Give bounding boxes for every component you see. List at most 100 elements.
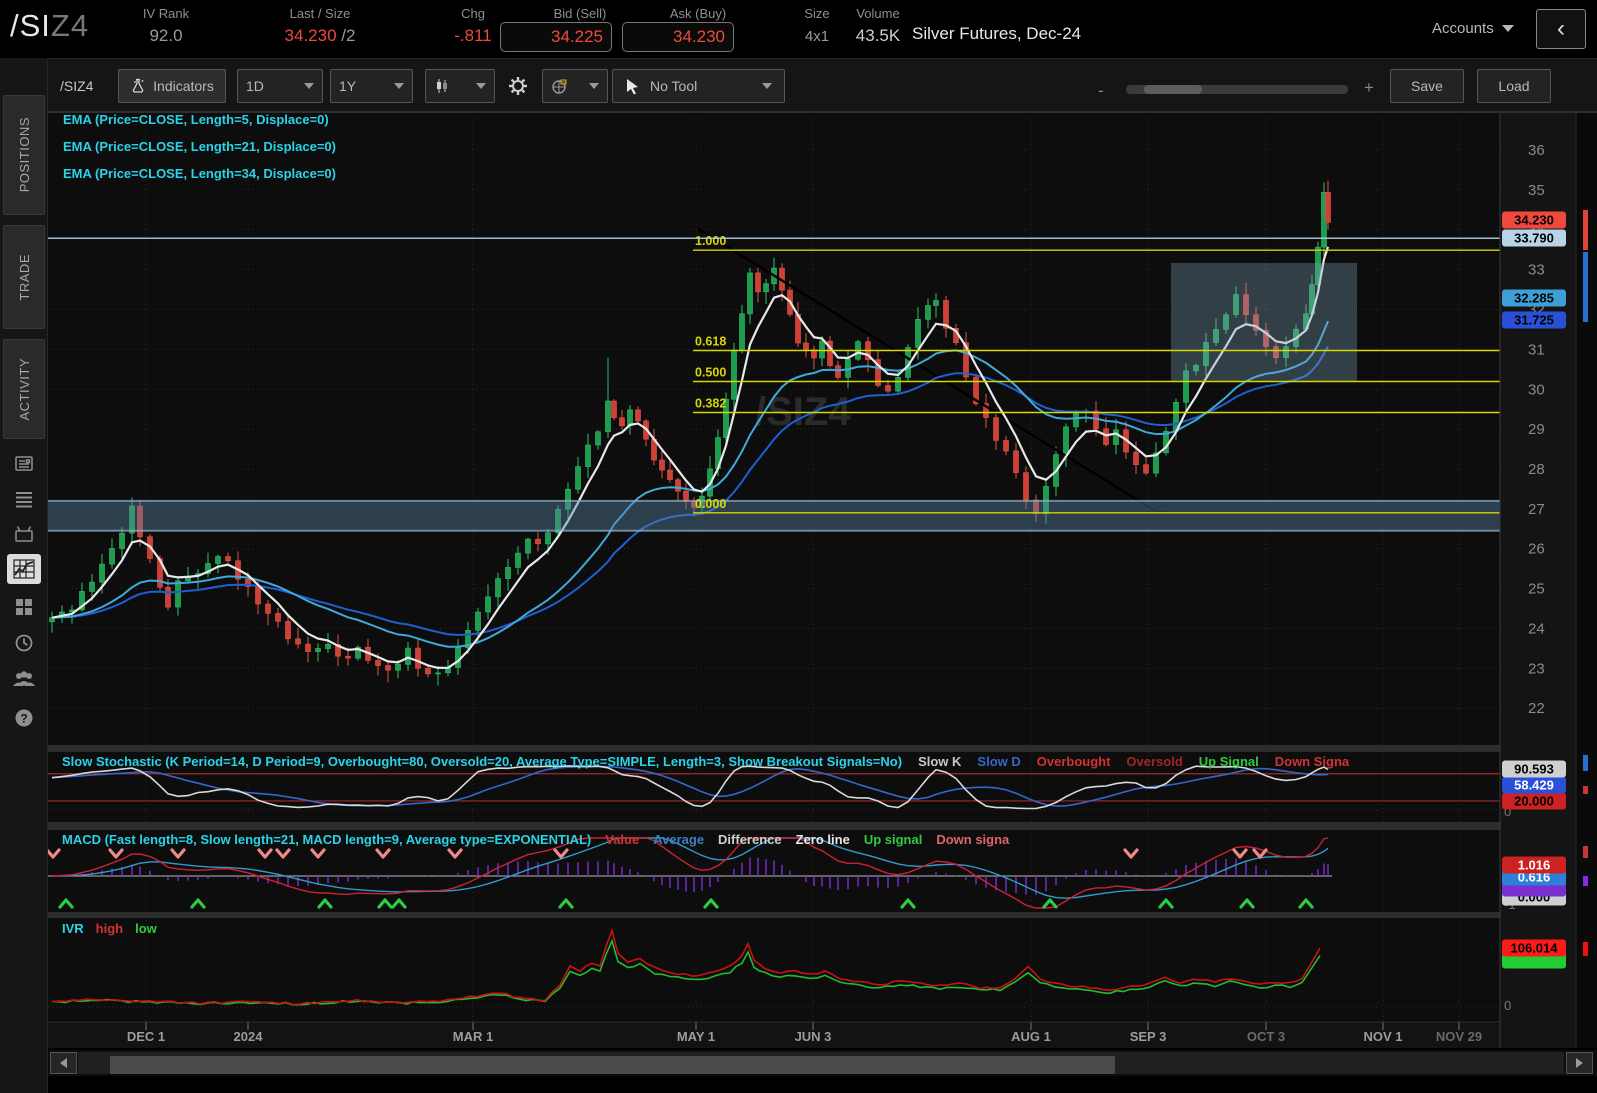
ask-label: Ask (Buy): [670, 6, 726, 21]
ask-button[interactable]: 34.230: [622, 22, 734, 52]
load-button[interactable]: Load: [1477, 69, 1551, 103]
zoom-slider[interactable]: [1126, 85, 1348, 94]
grid-layout-icon[interactable]: [7, 592, 41, 622]
svg-text:EMA (Price=CLOSE, Length=21, D: EMA (Price=CLOSE, Length=21, Displace=0): [63, 139, 336, 154]
svg-text:35: 35: [1528, 182, 1545, 199]
iv-rank-label: IV Rank: [143, 6, 189, 21]
svg-text:33: 33: [1528, 262, 1545, 279]
svg-text:DEC 1: DEC 1: [127, 1029, 165, 1044]
chevron-down-icon: [589, 83, 599, 89]
iv-rank-value: 92.0: [149, 26, 182, 46]
sidebar-tab-positions[interactable]: POSITIONS: [3, 95, 45, 215]
chart-type-dropdown[interactable]: [425, 69, 495, 103]
svg-text:25: 25: [1528, 581, 1545, 598]
svg-text:32.285: 32.285: [1514, 291, 1554, 306]
svg-text:90.593: 90.593: [1514, 762, 1554, 777]
svg-text:JUN 3: JUN 3: [795, 1029, 832, 1044]
chevron-down-icon: [476, 83, 486, 89]
flask-icon: [130, 78, 146, 94]
toolbar-symbol[interactable]: /SIZ4: [60, 78, 93, 94]
watchlist-icon[interactable]: [7, 484, 41, 514]
collapse-panel-button[interactable]: ‹: [1536, 9, 1586, 49]
accounts-label: Accounts: [1432, 20, 1494, 37]
svg-text:MAR 1: MAR 1: [453, 1029, 493, 1044]
bid-button[interactable]: 34.225: [500, 22, 612, 52]
sidebar-tab-trade[interactable]: TRADE: [3, 225, 45, 329]
scrollbar-track[interactable]: [78, 1052, 1564, 1074]
svg-text:MACD (Fast length=8, Slow leng: MACD (Fast length=8, Slow length=21, MAC…: [62, 832, 1010, 847]
chart-settings-button[interactable]: [500, 69, 536, 103]
volume-label: Volume: [856, 6, 899, 21]
indicators-button[interactable]: Indicators: [118, 69, 226, 103]
chevron-down-icon: [762, 83, 772, 89]
svg-text:NOV 29: NOV 29: [1436, 1029, 1482, 1044]
svg-text:IVRhighlow: IVRhighlow: [62, 921, 158, 936]
zoom-in-button[interactable]: +: [1364, 78, 1374, 98]
instrument-description: Silver Futures, Dec-24: [912, 24, 1081, 44]
svg-text:EMA (Price=CLOSE, Length=5, Di: EMA (Price=CLOSE, Length=5, Displace=0): [63, 112, 329, 127]
chevron-left-icon: ‹: [1557, 15, 1565, 43]
svg-text:23: 23: [1528, 660, 1545, 677]
svg-text:22: 22: [1528, 700, 1545, 717]
symbol-prefix: /SI: [10, 8, 51, 43]
svg-text:31.725: 31.725: [1514, 313, 1554, 328]
tv-icon[interactable]: [7, 519, 41, 549]
timeframe-value: 1D: [246, 78, 264, 94]
symbol-logo: /SIZ4: [10, 8, 89, 44]
svg-text:24: 24: [1528, 620, 1545, 637]
svg-text:1.016: 1.016: [1518, 858, 1551, 873]
pattern-tools-dropdown[interactable]: [542, 69, 608, 103]
horizontal-scrollbar: [48, 1050, 1597, 1076]
help-icon[interactable]: ?: [7, 703, 41, 733]
scroll-right-button[interactable]: [1566, 1052, 1593, 1074]
drawing-tool-dropdown[interactable]: No Tool: [612, 69, 785, 103]
svg-text:SEP 3: SEP 3: [1130, 1029, 1167, 1044]
bid-label: Bid (Sell): [554, 6, 607, 21]
svg-text:26: 26: [1528, 541, 1545, 558]
trading-platform-window: /SIZ4 IV Rank 92.0 Last / Size 34.230 /2…: [0, 0, 1597, 1093]
svg-text:58.429: 58.429: [1514, 778, 1554, 793]
indicators-label: Indicators: [153, 78, 214, 94]
sidebar-tab-label: ACTIVITY: [17, 358, 32, 421]
charts-icon[interactable]: [7, 554, 41, 584]
chevron-down-icon: [304, 83, 314, 89]
svg-text:29: 29: [1528, 421, 1545, 438]
svg-text:EMA (Price=CLOSE, Length=34, D: EMA (Price=CLOSE, Length=34, Displace=0): [63, 166, 336, 181]
people-icon[interactable]: [7, 663, 41, 693]
last-size-label: Last / Size: [290, 6, 351, 21]
news-icon[interactable]: [7, 448, 41, 478]
history-clock-icon[interactable]: [7, 628, 41, 658]
last-size: /2: [341, 26, 355, 45]
svg-text:34.230: 34.230: [1514, 213, 1554, 228]
gear-icon: [508, 76, 528, 96]
svg-text:0.382: 0.382: [695, 397, 726, 411]
zoom-slider-thumb[interactable]: [1144, 85, 1202, 94]
svg-text:36: 36: [1528, 142, 1545, 159]
chart-area[interactable]: /SIZ41.0000.6180.5000.3820.000EMA (Price…: [48, 112, 1597, 1048]
svg-text:OCT 3: OCT 3: [1247, 1029, 1285, 1044]
scroll-left-button[interactable]: [50, 1052, 77, 1074]
chg-label: Chg: [461, 6, 485, 21]
zoom-out-button[interactable]: -: [1098, 81, 1104, 101]
svg-text:20.000: 20.000: [1514, 794, 1554, 809]
size-value: 4x1: [805, 28, 829, 45]
range-value: 1Y: [339, 78, 356, 94]
range-dropdown[interactable]: 1Y: [330, 69, 413, 103]
price-chart[interactable]: /SIZ41.0000.6180.5000.3820.000EMA (Price…: [48, 112, 1597, 1048]
sidebar-tab-label: POSITIONS: [17, 117, 32, 192]
symbol-suffix: Z4: [51, 8, 89, 43]
timeframe-dropdown[interactable]: 1D: [237, 69, 323, 103]
accounts-menu[interactable]: Accounts: [1432, 20, 1514, 37]
svg-text:MAY 1: MAY 1: [677, 1029, 715, 1044]
sidebar-tab-activity[interactable]: ACTIVITY: [3, 339, 45, 439]
cursor-icon: [625, 78, 640, 95]
svg-text:27: 27: [1528, 501, 1545, 518]
svg-text:?: ?: [20, 712, 27, 726]
scrollbar-thumb[interactable]: [110, 1056, 1115, 1074]
candlestick-icon: [434, 78, 450, 94]
save-button[interactable]: Save: [1390, 69, 1464, 103]
last-size-value: 34.230 /2: [285, 26, 356, 46]
drawing-tool-value: No Tool: [650, 78, 697, 94]
chevron-down-icon: [394, 83, 404, 89]
svg-text:0.000: 0.000: [695, 497, 726, 511]
